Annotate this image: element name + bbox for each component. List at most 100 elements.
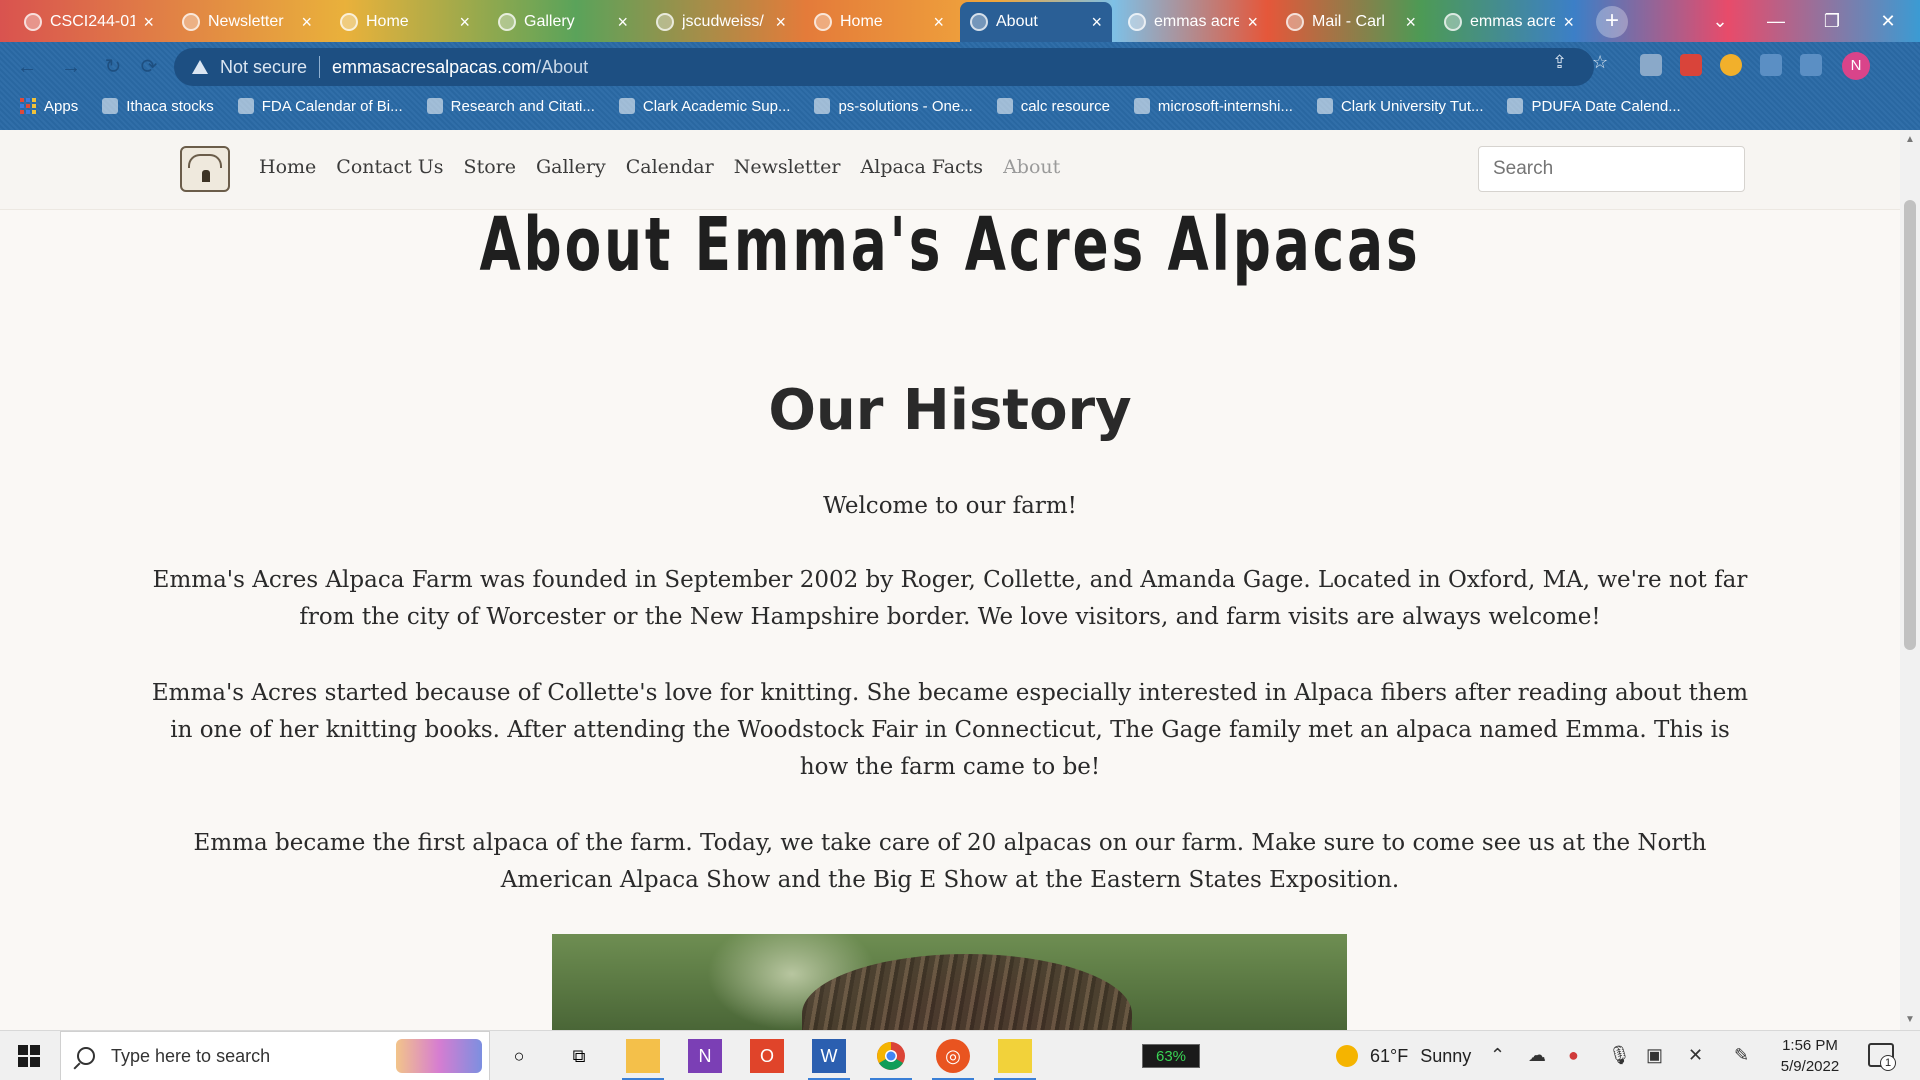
tab-close-icon[interactable]: × [1247, 12, 1258, 33]
tab-close-icon[interactable]: × [617, 12, 628, 33]
scroll-up-icon[interactable]: ▲ [1904, 134, 1916, 146]
browser-tab[interactable]: Home × [804, 2, 954, 42]
cortana-icon[interactable]: ○ [502, 1039, 536, 1073]
chrome-logo [877, 1042, 905, 1070]
tab-close-icon[interactable]: × [1091, 12, 1102, 33]
forward-icon[interactable]: → [56, 52, 86, 82]
task-view-icon[interactable]: ⧉ [562, 1039, 596, 1073]
tab-close-icon[interactable]: × [1563, 12, 1574, 33]
browser-tab[interactable]: Newsletter × [172, 2, 322, 42]
extension-puzzle-icon[interactable]: ⟳ [134, 52, 164, 82]
browser-tab-active[interactable]: About × [960, 2, 1112, 42]
nav-contact-us[interactable]: Contact Us [336, 156, 443, 178]
bookmark-item[interactable]: Research and Citati... [426, 97, 595, 115]
onenote-icon[interactable]: N [688, 1039, 722, 1073]
extension-icon[interactable] [1680, 54, 1702, 76]
clock-time: 1:56 PM [1782, 1037, 1838, 1054]
extension-icon[interactable] [1640, 54, 1662, 76]
browser-tab[interactable]: Home × [330, 2, 480, 42]
extensions-puzzle-icon[interactable] [1760, 54, 1782, 76]
bookmark-apps[interactable]: Apps [20, 98, 78, 115]
url-path: /About [536, 56, 589, 77]
profile-avatar[interactable]: N [1842, 52, 1870, 80]
microphone-icon[interactable]: 🎙 [1608, 1045, 1631, 1066]
nav-links: Home Contact Us Store Gallery Calendar N… [259, 156, 1060, 178]
security-alert-icon[interactable]: ● [1568, 1045, 1579, 1066]
bookmark-label: Research and Citati... [450, 97, 595, 115]
site-logo[interactable] [180, 146, 230, 192]
site-search-input[interactable] [1478, 146, 1745, 192]
bookmark-item[interactable]: Clark University Tut... [1316, 98, 1483, 115]
bookmark-label: Ithaca stocks [126, 97, 214, 115]
tab-close-icon[interactable]: × [933, 12, 944, 33]
address-bar[interactable]: Not secure emmasacresalpacas.com /About [174, 48, 1594, 86]
share-icon[interactable]: ⇪ [1552, 52, 1567, 73]
bookmark-item[interactable]: ps-solutions - One... [814, 98, 973, 115]
google-icon [1444, 13, 1462, 31]
tab-close-icon[interactable]: × [301, 12, 312, 33]
file-explorer-icon[interactable] [622, 1039, 664, 1080]
show-hidden-icons-icon[interactable]: ⌃ [1490, 1045, 1505, 1066]
alpaca-photo [552, 934, 1347, 1030]
weather-widget[interactable]: 61°F Sunny [1336, 1031, 1471, 1080]
bookmark-label: PDUFA Date Calend... [1531, 97, 1681, 115]
battery-meter[interactable]: 63% [1142, 1044, 1200, 1068]
clock-date: 5/9/2022 [1780, 1058, 1840, 1075]
system-clock[interactable]: 1:56 PM 5/9/2022 [1772, 1035, 1848, 1077]
bookmark-item[interactable]: microsoft-internshi... [1133, 98, 1293, 115]
tab-search-icon[interactable]: ⌄ [1692, 0, 1748, 42]
network-icon[interactable]: ▣ [1646, 1045, 1663, 1066]
chrome-icon[interactable] [870, 1039, 912, 1080]
welcome-paragraph: Welcome to our farm! [823, 493, 1077, 519]
side-panel-icon[interactable] [1800, 54, 1822, 76]
browser-tab[interactable]: Mail - Carl × [1276, 2, 1426, 42]
search-highlight-image[interactable] [396, 1039, 482, 1073]
volume-muted-icon[interactable]: ✕ [1688, 1045, 1703, 1066]
close-window-icon[interactable]: ✕ [1860, 0, 1916, 42]
cloud-icon [814, 98, 831, 114]
pen-icon[interactable]: ✎ [1734, 1045, 1749, 1066]
nav-calendar[interactable]: Calendar [626, 156, 714, 178]
ubuntu-icon[interactable]: ◎ [932, 1039, 974, 1080]
browser-tab[interactable]: CSCI244-01 × [14, 2, 164, 42]
scrollbar-thumb[interactable] [1904, 200, 1916, 650]
onedrive-icon[interactable]: ☁ [1528, 1045, 1546, 1066]
extension-icon[interactable] [1720, 54, 1742, 76]
browser-tab[interactable]: jscudweiss/ × [646, 2, 796, 42]
minimize-icon[interactable]: — [1748, 0, 1804, 42]
nav-gallery[interactable]: Gallery [536, 156, 606, 178]
tab-close-icon[interactable]: × [1405, 12, 1416, 33]
bookmark-star-icon[interactable]: ☆ [1592, 52, 1608, 73]
browser-tab[interactable]: Gallery × [488, 2, 638, 42]
reload-icon[interactable]: ↻ [98, 52, 128, 82]
nav-alpaca-facts[interactable]: Alpaca Facts [861, 156, 984, 178]
scroll-down-icon[interactable]: ▼ [1904, 1014, 1916, 1026]
page-scrollbar[interactable]: ▲ ▼ [1900, 130, 1920, 1030]
section-heading: Our History [768, 378, 1132, 443]
sticky-notes-icon[interactable] [994, 1039, 1036, 1080]
nav-newsletter[interactable]: Newsletter [734, 156, 841, 178]
bookmark-item[interactable]: PDUFA Date Calend... [1507, 97, 1681, 115]
tab-close-icon[interactable]: × [459, 12, 470, 33]
word-icon[interactable]: W [808, 1039, 850, 1080]
windows-start-icon[interactable] [18, 1045, 40, 1067]
browser-tab[interactable]: emmas acre × [1434, 2, 1584, 42]
history-paragraph: Emma's Acres Alpaca Farm was founded in … [152, 567, 1748, 630]
bookmark-label: Clark Academic Sup... [642, 97, 791, 115]
restore-icon[interactable]: ❐ [1804, 0, 1860, 42]
tab-close-icon[interactable]: × [143, 12, 154, 33]
bookmark-item[interactable]: Clark Academic Sup... [618, 97, 791, 115]
nav-about[interactable]: About [1003, 156, 1060, 178]
office-icon[interactable]: O [750, 1039, 784, 1073]
tab-label: About [996, 13, 1038, 30]
bookmark-item[interactable]: Ithaca stocks [102, 98, 214, 115]
nav-home[interactable]: Home [259, 156, 316, 178]
back-icon[interactable]: ← [12, 52, 42, 82]
security-label[interactable]: Not secure [220, 57, 307, 78]
bookmark-item[interactable]: calc resource [996, 98, 1110, 115]
browser-tab[interactable]: emmas acre × [1118, 2, 1268, 42]
bookmark-item[interactable]: FDA Calendar of Bi... [237, 98, 403, 115]
nav-store[interactable]: Store [464, 156, 516, 178]
new-tab-button[interactable]: + [1596, 6, 1628, 38]
tab-close-icon[interactable]: × [775, 12, 786, 33]
